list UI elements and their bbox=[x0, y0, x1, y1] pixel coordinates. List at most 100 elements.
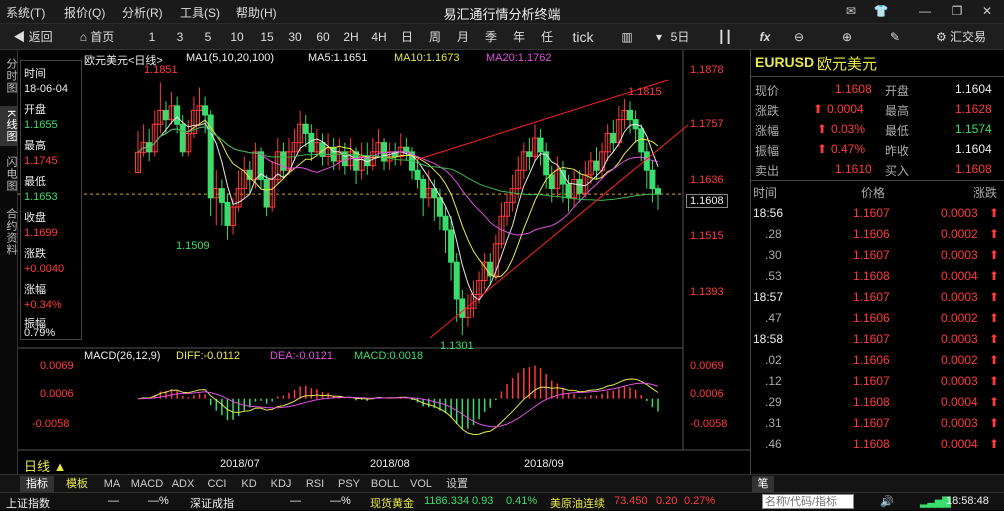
period-quarter[interactable]: 季 bbox=[478, 28, 504, 46]
shirt-icon[interactable]: 👕 bbox=[872, 3, 890, 20]
period-year[interactable]: 年 bbox=[506, 28, 532, 46]
tab-tick-detail[interactable]: 笔 bbox=[752, 476, 774, 492]
menu-help[interactable]: 帮助(H) bbox=[236, 4, 277, 21]
kline-chart[interactable] bbox=[18, 50, 750, 474]
macd-tick-1-left: 0.0069 bbox=[40, 360, 74, 372]
zoom-out-icon[interactable]: ⊖ bbox=[786, 28, 812, 46]
ma20-value: MA20:1.1762 bbox=[486, 52, 552, 64]
mail-icon[interactable]: ✉ bbox=[842, 3, 860, 20]
period-label[interactable]: 日线 ▲ bbox=[24, 456, 67, 475]
info-change-label: 涨跌 bbox=[24, 248, 46, 260]
tab-kdj[interactable]: KDJ bbox=[266, 476, 296, 492]
status-index1-name[interactable]: 上证指数 bbox=[6, 495, 50, 511]
up-arrow-icon: ⬆ bbox=[989, 374, 1000, 388]
search-input[interactable] bbox=[762, 494, 854, 509]
candle-body bbox=[627, 109, 634, 121]
tab-psy[interactable]: PSY bbox=[334, 476, 364, 492]
bar-chart-icon[interactable]: ▥ bbox=[612, 28, 642, 46]
back-button[interactable]: ◀ 返回 bbox=[8, 28, 58, 46]
menu-system[interactable]: 系统(T) bbox=[6, 4, 45, 21]
tab-settings[interactable]: 设置 bbox=[440, 476, 474, 492]
tab-macd[interactable]: MACD bbox=[130, 476, 164, 492]
period-custom[interactable]: 任 bbox=[534, 28, 560, 46]
period-4h[interactable]: 4H bbox=[366, 28, 392, 46]
quote-label-pct: 涨幅 bbox=[755, 124, 780, 138]
minimize-icon[interactable]: — bbox=[916, 3, 934, 20]
sound-icon[interactable]: 🔊 bbox=[880, 495, 894, 508]
tab-ma[interactable]: MA bbox=[98, 476, 126, 492]
up-arrow-icon: ⬆ bbox=[989, 311, 1000, 325]
restore-icon[interactable]: ❐ bbox=[948, 3, 966, 20]
trade-button[interactable]: ⚙ 汇交易 bbox=[928, 28, 994, 46]
tick-price: 1.1607 bbox=[853, 206, 890, 220]
tick-change: 0.0004 bbox=[941, 395, 978, 409]
tick-time: .47 bbox=[765, 311, 782, 325]
period-day[interactable]: 日 bbox=[394, 28, 420, 46]
period-5[interactable]: 5 bbox=[196, 28, 220, 46]
tick-time: 18:58 bbox=[753, 332, 784, 346]
ma-definition: MA1(5,10,20,100) bbox=[186, 52, 275, 64]
quote-change: 0.0004 bbox=[827, 102, 864, 116]
tab-vol[interactable]: VOL bbox=[406, 476, 436, 492]
tab-adx[interactable]: ADX bbox=[168, 476, 198, 492]
macd-tick-2-right: 0.0006 bbox=[690, 388, 724, 400]
annotation-high: 1.1851 bbox=[144, 64, 178, 76]
up-arrow-icon: ⬆ bbox=[989, 227, 1000, 241]
tab-indicator[interactable]: 指标 bbox=[20, 476, 54, 492]
candle-body bbox=[263, 178, 270, 208]
candle-body bbox=[403, 146, 410, 153]
candle-body bbox=[638, 128, 645, 153]
five-day-button[interactable]: 5日 bbox=[666, 28, 694, 46]
draw-icon[interactable]: ✎ bbox=[882, 28, 908, 46]
status-index2-name[interactable]: 深证成指 bbox=[190, 495, 234, 511]
home-button[interactable]: ⌂ 首页 bbox=[66, 28, 128, 46]
period-tick[interactable]: tick bbox=[564, 28, 602, 46]
period-3[interactable]: 3 bbox=[168, 28, 192, 46]
tab-kline[interactable]: K线图 bbox=[0, 106, 17, 146]
info-close-label: 收盘 bbox=[24, 212, 46, 224]
status-clock: 18:58:48 bbox=[946, 495, 989, 507]
period-month[interactable]: 月 bbox=[450, 28, 476, 46]
tick-change: 0.0004 bbox=[941, 269, 978, 283]
function-icon[interactable]: fx bbox=[752, 28, 778, 46]
tab-flash[interactable]: 闪电图 bbox=[0, 154, 17, 194]
period-30[interactable]: 30 bbox=[282, 28, 308, 46]
tab-timeshare[interactable]: 分时图 bbox=[0, 56, 17, 96]
zoom-in-icon[interactable]: ⊕ bbox=[834, 28, 860, 46]
menu-tools[interactable]: 工具(S) bbox=[180, 4, 220, 21]
info-low-label: 最低 bbox=[24, 176, 46, 188]
info-open: 1.1655 bbox=[24, 119, 58, 131]
menu-analysis[interactable]: 分析(R) bbox=[122, 4, 163, 21]
status-oil-name[interactable]: 美原油连续 bbox=[550, 495, 605, 511]
quote-label-high: 最高 bbox=[885, 104, 910, 118]
tab-cci[interactable]: CCI bbox=[202, 476, 232, 492]
period-10[interactable]: 10 bbox=[224, 28, 250, 46]
macd-value: MACD:0.0018 bbox=[354, 350, 424, 362]
status-gold-name[interactable]: 现货黄金 bbox=[370, 495, 414, 511]
tab-rsi[interactable]: RSI bbox=[300, 476, 330, 492]
ticks-header-price: 价格 bbox=[861, 186, 886, 200]
tick-price: 1.1606 bbox=[853, 353, 890, 367]
period-week[interactable]: 周 bbox=[422, 28, 448, 46]
menu-quote[interactable]: 报价(Q) bbox=[64, 4, 105, 21]
macd-dea: DEA:-0.0121 bbox=[270, 350, 333, 362]
macd-tick-3-right: -0.0058 bbox=[690, 418, 728, 430]
quote-amp: 0.47% bbox=[831, 142, 866, 156]
chart-area[interactable]: 欧元美元<日线> MA1(5,10,20,100) MA5:1.1651 MA1… bbox=[18, 50, 750, 474]
tab-boll[interactable]: BOLL bbox=[368, 476, 402, 492]
title-bar: 系统(T) 报价(Q) 分析(R) 工具(S) 帮助(H) 易汇通行情分析终端 … bbox=[0, 0, 1004, 24]
tab-template[interactable]: 模板 bbox=[60, 476, 94, 492]
period-60[interactable]: 60 bbox=[310, 28, 336, 46]
period-15[interactable]: 15 bbox=[254, 28, 280, 46]
candle-body bbox=[218, 188, 225, 203]
tick-price: 1.1607 bbox=[853, 332, 890, 346]
period-1[interactable]: 1 bbox=[140, 28, 164, 46]
candle-icon[interactable]: ┃┃ bbox=[712, 28, 738, 46]
tab-contract[interactable]: 合约资料 bbox=[0, 204, 17, 260]
side-tabs: 分时图 K线图 闪电图 合约资料 bbox=[0, 50, 18, 474]
home-label: 首页 bbox=[90, 30, 115, 44]
period-2h[interactable]: 2H bbox=[338, 28, 364, 46]
close-icon[interactable]: ✕ bbox=[978, 3, 996, 20]
tab-kd[interactable]: KD bbox=[236, 476, 262, 492]
back-arrow-icon: ◀ bbox=[13, 30, 29, 44]
